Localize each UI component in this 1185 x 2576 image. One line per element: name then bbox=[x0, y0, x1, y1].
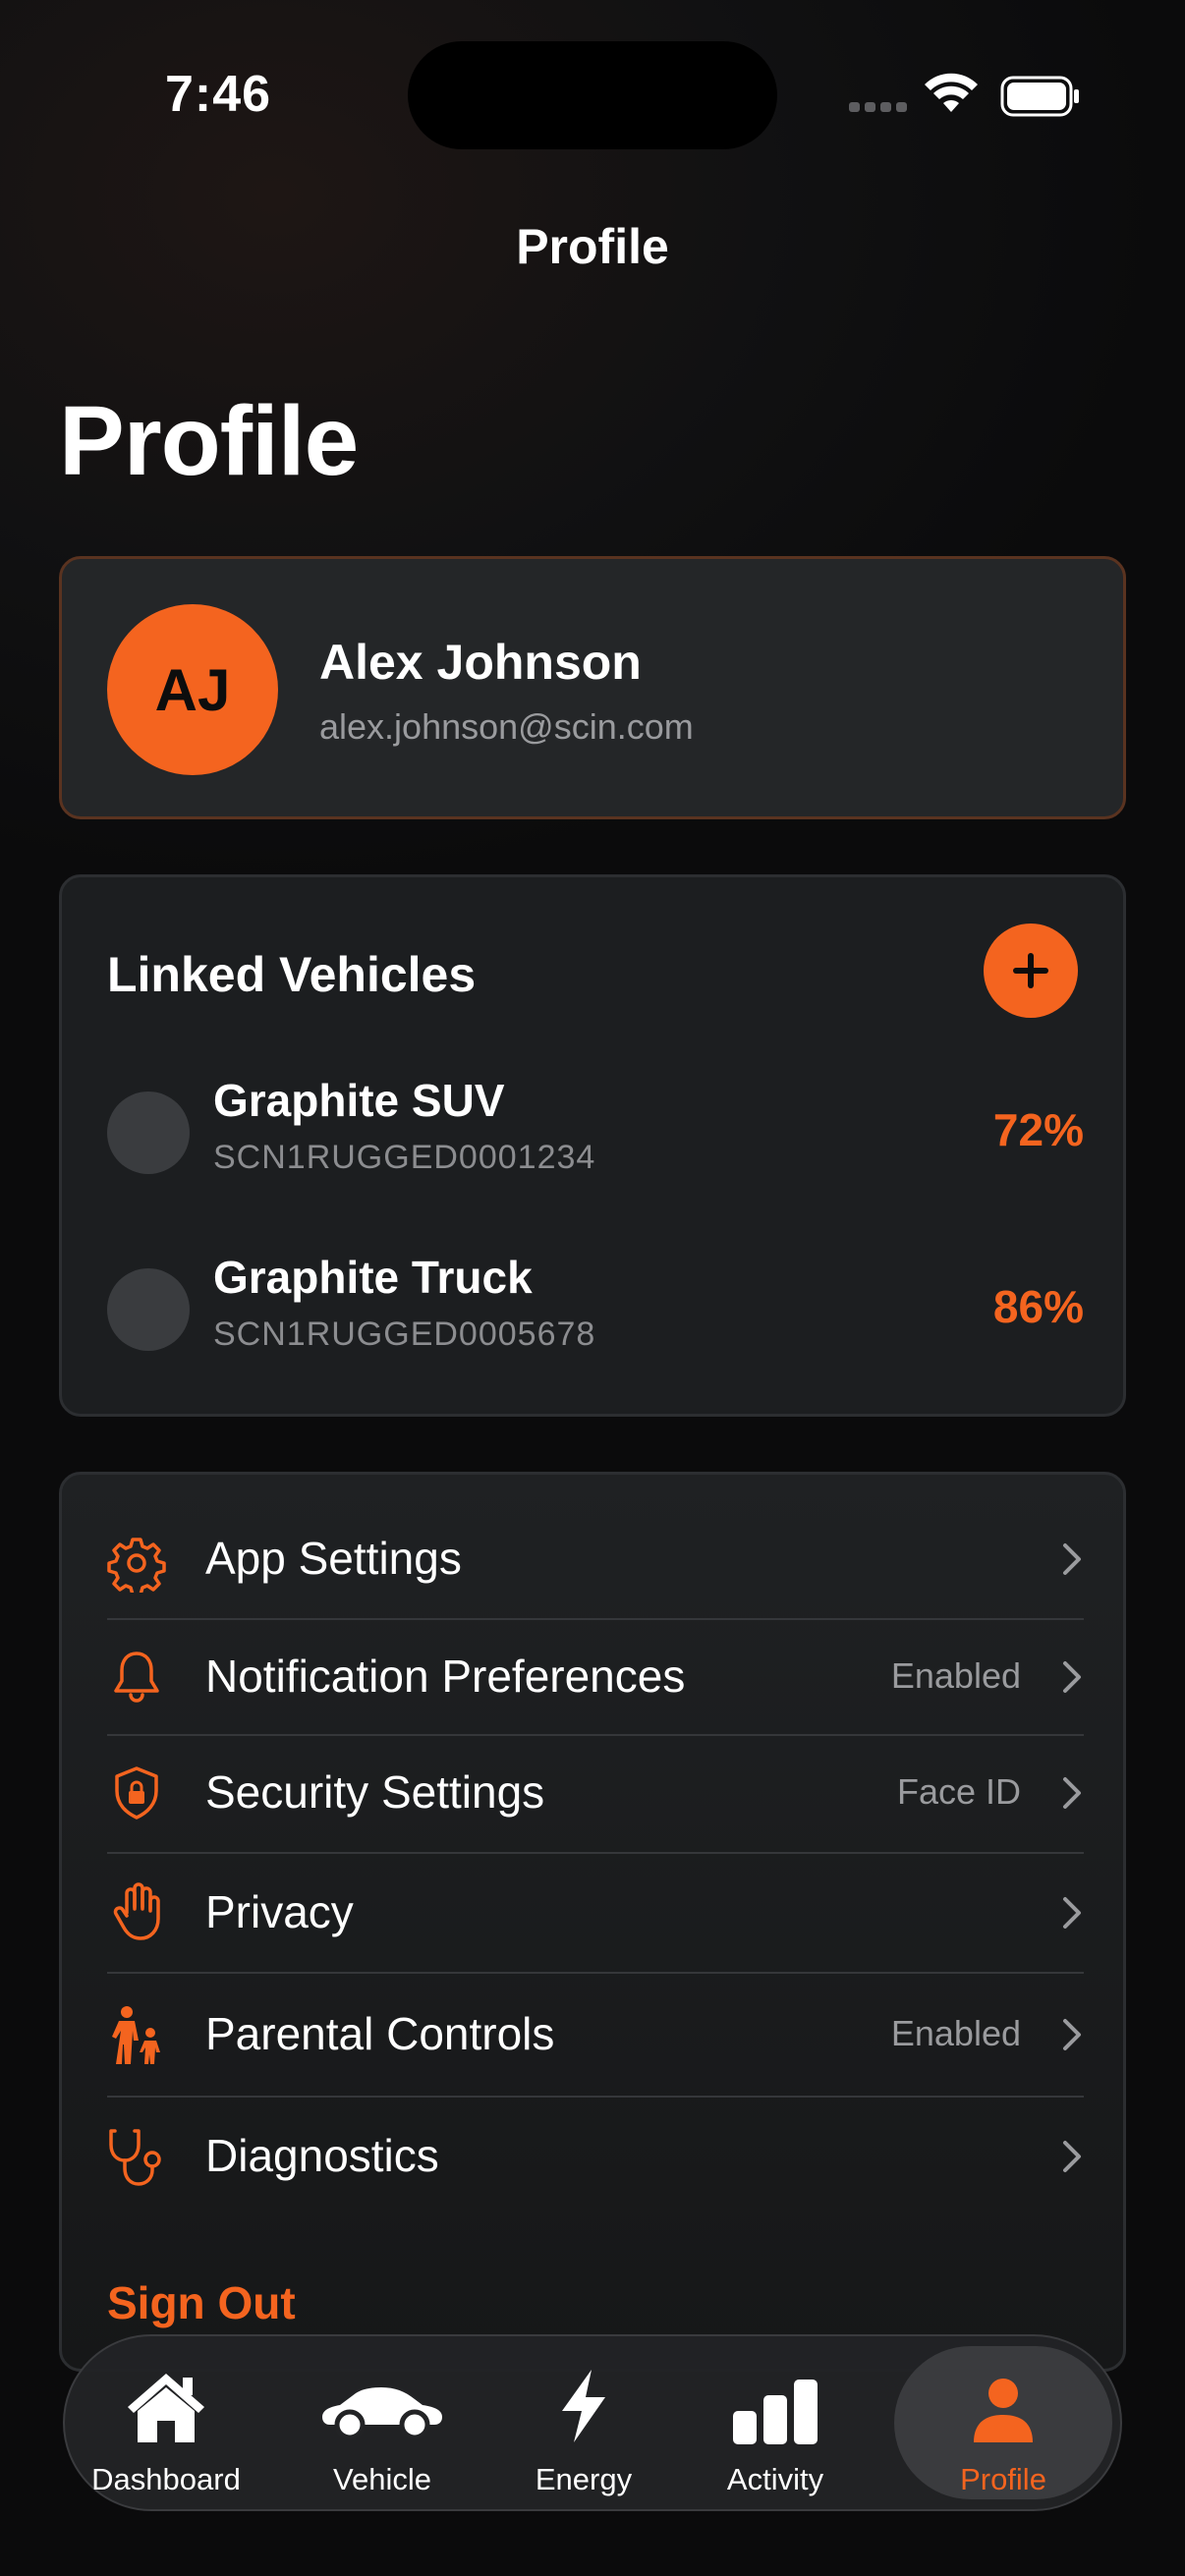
profile-card[interactable]: AJ Alex Johnson alex.johnson@scin.com bbox=[59, 556, 1126, 819]
status-time: 7:46 bbox=[165, 66, 272, 123]
bar-chart-icon bbox=[733, 2380, 818, 2444]
tab-label: Energy bbox=[535, 2462, 633, 2496]
cellular-signal-icon bbox=[849, 102, 907, 112]
nav-title: Profile bbox=[516, 219, 669, 274]
vehicle-charge: 86% bbox=[992, 1281, 1084, 1332]
linked-vehicles-card: Linked Vehicles Graphite SUV SCN1RUGGED0… bbox=[59, 874, 1126, 1417]
user-email: alex.johnson@scin.com bbox=[319, 706, 694, 747]
tab-label: Dashboard bbox=[91, 2462, 241, 2496]
settings-value: Enabled bbox=[890, 2013, 1021, 2053]
plus-icon bbox=[1013, 953, 1048, 988]
tab-label: Vehicle bbox=[333, 2462, 431, 2496]
settings-label: App Settings bbox=[205, 1533, 462, 1584]
chevron-right-icon bbox=[1063, 1897, 1081, 1929]
vehicle-vin: SCN1RUGGED0001234 bbox=[213, 1139, 596, 1176]
vehicle-avatar bbox=[107, 1092, 190, 1174]
settings-label: Diagnostics bbox=[205, 2130, 439, 2181]
battery-icon bbox=[1000, 76, 1079, 117]
wifi-icon bbox=[925, 73, 978, 112]
chevron-right-icon bbox=[1063, 2019, 1081, 2050]
tab-energy[interactable]: Energy bbox=[485, 2346, 682, 2499]
settings-row-parental-controls[interactable]: Parental Controls Enabled bbox=[107, 1974, 1084, 2098]
settings-label: Notification Preferences bbox=[205, 1651, 686, 1702]
hand-icon bbox=[113, 1882, 160, 1940]
vehicle-avatar bbox=[107, 1268, 190, 1351]
settings-row-security-settings[interactable]: Security Settings Face ID bbox=[107, 1736, 1084, 1854]
avatar: AJ bbox=[107, 604, 278, 775]
settings-row-app-settings[interactable]: App Settings bbox=[107, 1502, 1084, 1620]
tab-profile[interactable]: Profile bbox=[894, 2346, 1112, 2499]
house-icon bbox=[128, 2374, 204, 2442]
vehicle-name: Graphite Truck bbox=[213, 1252, 533, 1303]
tab-label: Profile bbox=[960, 2462, 1046, 2496]
gear-icon bbox=[107, 1538, 166, 1593]
tab-vehicle[interactable]: Vehicle bbox=[284, 2346, 480, 2499]
bell-icon bbox=[114, 1652, 159, 1703]
settings-value: Face ID bbox=[896, 1771, 1021, 1812]
settings-label: Parental Controls bbox=[205, 2008, 555, 2059]
vehicle-row-graphite-suv[interactable]: Graphite SUV SCN1RUGGED0001234 72% bbox=[107, 1074, 1084, 1182]
sign-out-button[interactable]: Sign Out bbox=[107, 2276, 296, 2329]
user-name: Alex Johnson bbox=[319, 635, 642, 690]
vehicle-vin: SCN1RUGGED0005678 bbox=[213, 1316, 596, 1353]
parent-child-icon bbox=[112, 2006, 160, 2064]
vehicle-row-graphite-truck[interactable]: Graphite Truck SCN1RUGGED0005678 86% bbox=[107, 1251, 1084, 1359]
settings-row-diagnostics[interactable]: Diagnostics bbox=[107, 2098, 1084, 2215]
linked-vehicles-title: Linked Vehicles bbox=[107, 947, 477, 1002]
vehicle-charge: 72% bbox=[992, 1104, 1084, 1155]
add-vehicle-button[interactable] bbox=[984, 924, 1078, 1018]
chevron-right-icon bbox=[1063, 1543, 1081, 1575]
settings-value: Enabled bbox=[890, 1655, 1021, 1696]
tab-bar: Dashboard Vehicle Energy Activity Profil… bbox=[63, 2334, 1122, 2511]
chevron-right-icon bbox=[1063, 1777, 1081, 1809]
shield-lock-icon bbox=[115, 1766, 158, 1820]
tab-label: Activity bbox=[726, 2462, 824, 2496]
dynamic-island bbox=[408, 41, 777, 149]
tab-dashboard[interactable]: Dashboard bbox=[68, 2346, 264, 2499]
stethoscope-icon bbox=[109, 2129, 161, 2186]
settings-row-privacy[interactable]: Privacy bbox=[107, 1854, 1084, 1974]
chevron-right-icon bbox=[1063, 2141, 1081, 2172]
page-title: Profile bbox=[59, 386, 359, 496]
car-icon bbox=[322, 2387, 442, 2440]
bolt-icon bbox=[562, 2370, 605, 2442]
vehicle-name: Graphite SUV bbox=[213, 1075, 505, 1126]
profile-screen: 7:46 Profile Profile AJ Alex Johnson ale… bbox=[0, 0, 1185, 2576]
settings-label: Privacy bbox=[205, 1886, 354, 1937]
person-icon bbox=[974, 2379, 1033, 2442]
settings-card: App Settings Notification Preferences En… bbox=[59, 1472, 1126, 2372]
chevron-right-icon bbox=[1063, 1661, 1081, 1693]
tab-activity[interactable]: Activity bbox=[677, 2346, 874, 2499]
settings-row-notification-preferences[interactable]: Notification Preferences Enabled bbox=[107, 1620, 1084, 1736]
settings-label: Security Settings bbox=[205, 1766, 545, 1818]
